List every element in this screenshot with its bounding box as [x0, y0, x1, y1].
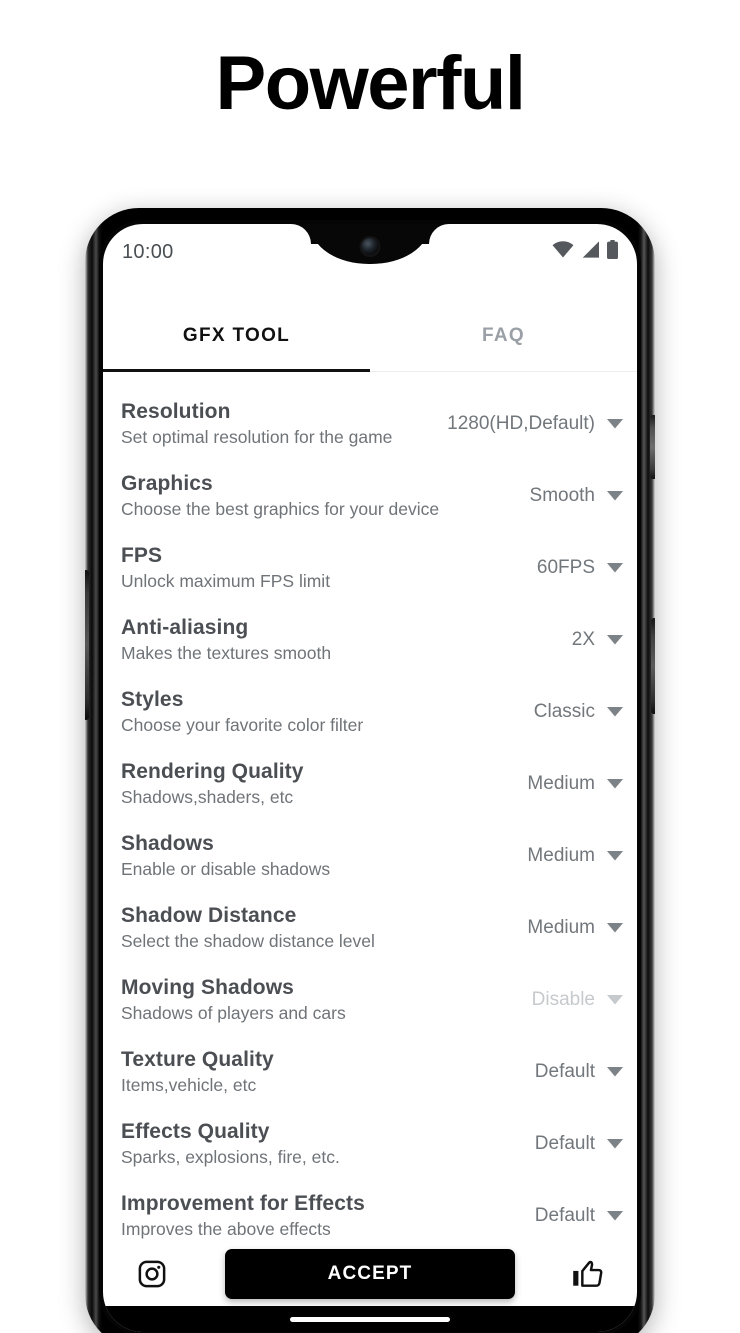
chevron-down-icon[interactable] — [607, 1067, 623, 1077]
settings-row-subtitle: Select the shadow distance level — [121, 930, 375, 951]
power-button[interactable] — [650, 415, 655, 479]
settings-row-subtitle: Choose the best graphics for your device — [121, 498, 440, 519]
settings-row-subtitle: Set optimal resolution for the game — [121, 426, 393, 447]
status-bar-clock: 10:00 — [122, 240, 174, 263]
settings-row-title: Rendering Quality — [121, 759, 304, 783]
settings-row-subtitle: Items,vehicle, etc — [121, 1074, 257, 1095]
status-bar: 10:00 — [103, 224, 637, 280]
signal-icon — [581, 241, 600, 263]
phone-frame: 10:00 GFX TOOL FAQ Resolution Set optima… — [85, 208, 655, 1333]
chevron-down-icon[interactable] — [607, 491, 623, 501]
settings-row-text: Resolution Set optimal resolution for the… — [121, 400, 447, 449]
settings-row-text: Texture Quality Items,vehicle, etc — [121, 1048, 535, 1097]
chevron-down-icon[interactable] — [607, 563, 623, 573]
settings-row-title: Effects Quality — [121, 1119, 270, 1143]
thumbs-up-icon[interactable] — [567, 1253, 609, 1295]
bottom-action-bar: ACCEPT — [103, 1242, 637, 1306]
settings-row-title: Shadows — [121, 831, 214, 855]
accept-button[interactable]: ACCEPT — [225, 1249, 515, 1299]
settings-row-subtitle: Unlock maximum FPS limit — [121, 570, 331, 591]
volume-rocker-left[interactable] — [85, 570, 89, 720]
settings-row[interactable]: FPS Unlock maximum FPS limit 60FPS — [103, 532, 637, 604]
tab-bar: GFX TOOL FAQ — [103, 300, 637, 372]
settings-row-value[interactable]: Default — [535, 1061, 607, 1083]
chevron-down-icon[interactable] — [607, 419, 623, 429]
settings-row-value[interactable]: 1280(HD,Default) — [447, 413, 607, 435]
chevron-down-icon[interactable] — [607, 635, 623, 645]
chevron-down-icon[interactable] — [607, 995, 623, 1005]
settings-row-title: Moving Shadows — [121, 975, 294, 999]
settings-row-value[interactable]: Medium — [527, 773, 607, 795]
settings-row-title: Shadow Distance — [121, 903, 297, 927]
settings-row[interactable]: Styles Choose your favorite color filter C… — [103, 676, 637, 748]
settings-row-title: Styles — [121, 687, 184, 711]
settings-row-value[interactable]: Smooth — [530, 485, 607, 507]
chevron-down-icon[interactable] — [607, 1211, 623, 1221]
settings-row-text: Rendering Quality Shadows,shaders, etc — [121, 760, 527, 809]
tab-faq-label: FAQ — [482, 324, 525, 346]
settings-row-text: Shadow Distance Select the shadow distanc… — [121, 904, 527, 953]
settings-row-title: Resolution — [121, 399, 231, 423]
status-bar-icons — [552, 240, 618, 264]
chevron-down-icon[interactable] — [607, 707, 623, 717]
tab-gfx-tool-label: GFX TOOL — [182, 324, 291, 346]
settings-row[interactable]: Shadow Distance Select the shadow distanc… — [103, 892, 637, 964]
settings-row-value[interactable]: 60FPS — [537, 557, 607, 579]
gesture-nav-bar — [103, 1306, 637, 1332]
settings-row-subtitle: Choose your favorite color filter — [121, 714, 364, 735]
settings-row-value[interactable]: 2X — [572, 629, 607, 651]
settings-row-text: FPS Unlock maximum FPS limit — [121, 544, 537, 593]
settings-row-title: Improvement for Effects — [121, 1191, 365, 1215]
settings-row-subtitle: Makes the textures smooth — [121, 642, 332, 663]
tab-faq[interactable]: FAQ — [370, 300, 637, 371]
settings-list[interactable]: Resolution Set optimal resolution for the… — [103, 374, 637, 1242]
settings-row-value[interactable]: Medium — [527, 845, 607, 867]
volume-rocker-right[interactable] — [651, 618, 655, 714]
settings-row[interactable]: Graphics Choose the best graphics for you… — [103, 460, 637, 532]
chevron-down-icon[interactable] — [607, 1139, 623, 1149]
settings-row[interactable]: Effects Quality Sparks, explosions, fire,… — [103, 1108, 637, 1180]
settings-row[interactable]: Texture Quality Items,vehicle, etc Default — [103, 1036, 637, 1108]
gesture-pill[interactable] — [290, 1316, 450, 1322]
settings-row-subtitle: Improves the above effects — [121, 1218, 331, 1239]
settings-row-value[interactable]: Classic — [534, 701, 607, 723]
settings-row-text: Shadows Enable or disable shadows — [121, 832, 527, 881]
settings-row-title: Anti-aliasing — [121, 615, 249, 639]
settings-row-subtitle: Enable or disable shadows — [121, 858, 331, 879]
settings-row[interactable]: Moving Shadows Shadows of players and car… — [103, 964, 637, 1036]
settings-row-value[interactable]: Default — [535, 1205, 607, 1227]
settings-row-title: FPS — [121, 543, 163, 567]
settings-row-value[interactable]: Disable — [532, 989, 607, 1011]
phone-screen: 10:00 GFX TOOL FAQ Resolution Set optima… — [103, 224, 637, 1332]
settings-row-subtitle: Shadows,shaders, etc — [121, 786, 294, 807]
settings-row[interactable]: Resolution Set optimal resolution for the… — [103, 388, 637, 460]
chevron-down-icon[interactable] — [607, 779, 623, 789]
wifi-icon — [552, 241, 574, 263]
settings-row-text: Anti-aliasing Makes the textures smooth — [121, 616, 572, 665]
page-title: Powerful — [215, 41, 526, 126]
settings-row-value[interactable]: Medium — [527, 917, 607, 939]
settings-row[interactable]: Shadows Enable or disable shadows Medium — [103, 820, 637, 892]
settings-row-title: Texture Quality — [121, 1047, 274, 1071]
settings-row-text: Effects Quality Sparks, explosions, fire,… — [121, 1120, 535, 1169]
settings-row[interactable]: Anti-aliasing Makes the textures smooth 2X — [103, 604, 637, 676]
settings-row-value[interactable]: Default — [535, 1133, 607, 1155]
instagram-icon[interactable] — [131, 1253, 173, 1295]
chevron-down-icon[interactable] — [607, 851, 623, 861]
settings-row-subtitle: Sparks, explosions, fire, etc. — [121, 1146, 340, 1167]
chevron-down-icon[interactable] — [607, 923, 623, 933]
tab-gfx-tool[interactable]: GFX TOOL — [103, 300, 370, 372]
settings-row[interactable]: Rendering Quality Shadows,shaders, etc Med… — [103, 748, 637, 820]
battery-icon — [607, 240, 618, 264]
settings-row-text: Styles Choose your favorite color filter — [121, 688, 534, 737]
settings-row-subtitle: Shadows of players and cars — [121, 1002, 346, 1023]
settings-row-text: Moving Shadows Shadows of players and car… — [121, 976, 532, 1025]
promo-screenshot: Powerful 10:00 GFX TOOL FAQ Resolution S… — [0, 0, 740, 1333]
settings-row-title: Graphics — [121, 471, 213, 495]
settings-row-text: Improvement for Effects Improves the abov… — [121, 1192, 535, 1241]
settings-row-text: Graphics Choose the best graphics for you… — [121, 472, 530, 521]
